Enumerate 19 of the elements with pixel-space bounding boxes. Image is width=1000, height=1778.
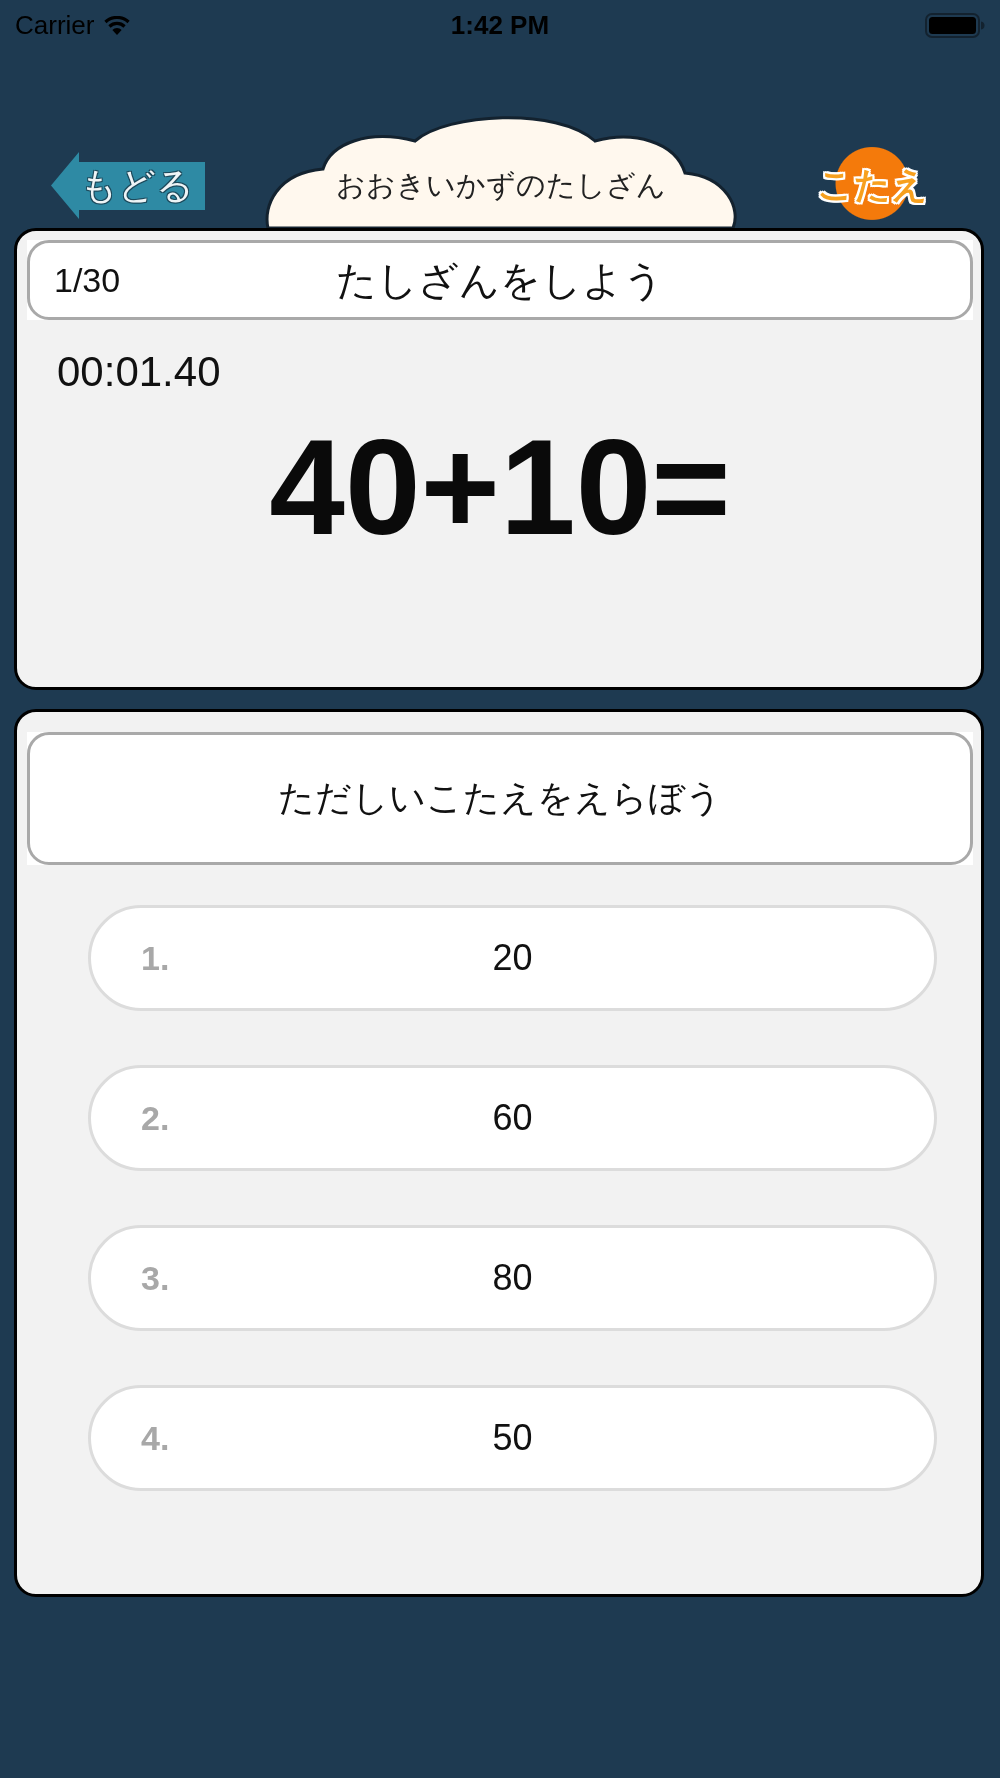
answer-choice[interactable]: 2. 60 [88,1065,937,1171]
question-counter: 1/30 [54,260,121,300]
choice-number: 3. [141,1258,170,1298]
choice-number: 4. [141,1418,170,1458]
choice-number: 2. [141,1098,170,1138]
question-heading: たしざんをしよう [336,256,664,304]
clock-time: 1:42 PM [450,9,550,41]
screen-title: おおきいかずのたしざん [336,168,666,203]
wifi-icon [104,15,131,35]
instruction-text: ただしいこたえをえらぼう [278,776,722,820]
answer-choice[interactable]: 3. 80 [88,1225,937,1331]
elapsed-timer: 00:01.40 [57,348,221,396]
choice-number: 1. [141,938,170,978]
answer-choice[interactable]: 4. 50 [88,1385,937,1491]
answer-choice[interactable]: 1. 20 [88,905,937,1011]
carrier-name: Carrier [15,9,95,41]
battery-icon [925,12,985,38]
back-button[interactable]: もどる [51,152,205,219]
math-problem: 40+10= [269,416,731,559]
